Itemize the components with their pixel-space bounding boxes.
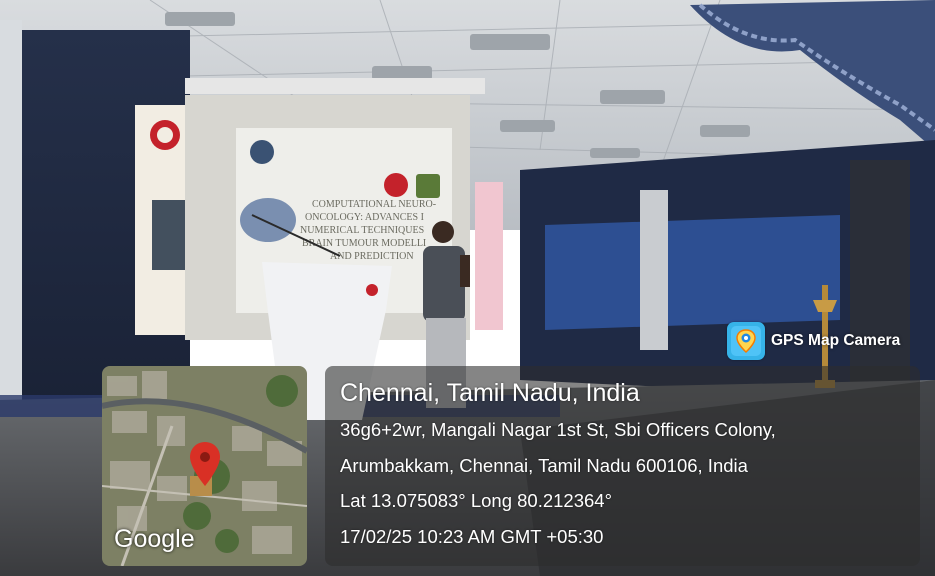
map-thumbnail: Google (102, 366, 307, 566)
slide-title-line-1: COMPUTATIONAL NEURO- (312, 199, 436, 210)
slide-title-line-5: AND PREDICTION (330, 251, 414, 262)
google-logo: Google (114, 525, 195, 553)
map-pin-camera-icon (727, 322, 765, 360)
badge-label: GPS Map Camera (771, 332, 901, 349)
event-photo: COMPUTATIONAL NEURO- ONCOLOGY: ADVANCES … (0, 0, 935, 576)
timestamp-text: 17/02/25 10:23 AM GMT +05:30 (340, 526, 604, 547)
blue-panel (545, 215, 840, 330)
banner-right (475, 182, 503, 330)
address-line-2: Arumbakkam, Chennai, Tamil Nadu 600106, … (340, 455, 748, 476)
slide-title-line-2: ONCOLOGY: ADVANCES I (305, 212, 424, 223)
location-title: Chennai, Tamil Nadu, India (340, 379, 640, 407)
address-line-1: 36g6+2wr, Mangali Nagar 1st St, Sbi Offi… (340, 419, 776, 440)
slide-title-line-3: NUMERICAL TECHNIQUES (300, 225, 424, 236)
gps-map-camera-badge: GPS Map Camera (727, 322, 900, 360)
coordinates-text: Lat 13.075083° Long 80.212364° (340, 490, 612, 511)
